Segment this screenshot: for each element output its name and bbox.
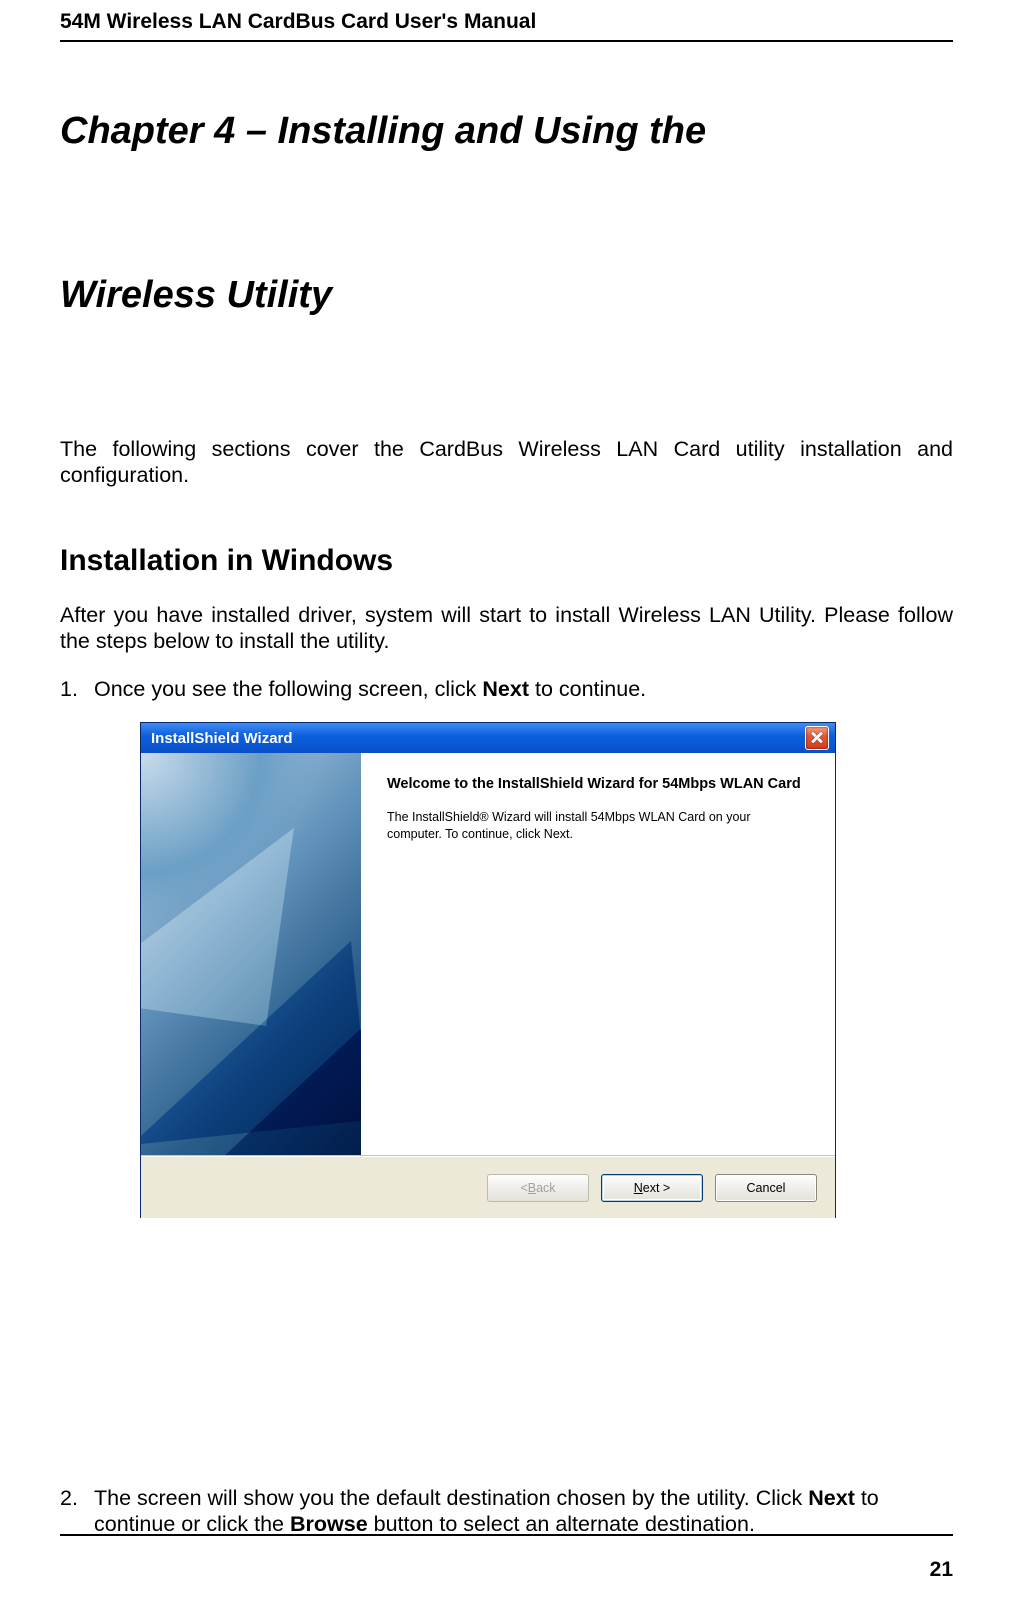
list-number: 2.	[60, 1486, 94, 1538]
list-item: 1. Once you see the following screen, cl…	[60, 677, 953, 703]
chapter-title-line1: Chapter 4 – Installing and Using the	[60, 110, 953, 154]
step1-text-bold: Next	[482, 677, 529, 701]
next-button-post: ext >	[643, 1181, 670, 1195]
list-text: Once you see the following screen, click…	[94, 677, 953, 703]
list-item: 2. The screen will show you the default …	[60, 1486, 953, 1538]
step2-text-bold2: Browse	[290, 1512, 368, 1536]
section-heading: Installation in Windows	[60, 544, 953, 578]
dialog-heading: Welcome to the InstallShield Wizard for …	[387, 775, 805, 793]
step2-text-post: button to select an alternate destinatio…	[368, 1512, 755, 1536]
next-button[interactable]: Next >	[601, 1174, 703, 1202]
decorative-triangle	[167, 990, 361, 1156]
ordered-list: 1. Once you see the following screen, cl…	[60, 677, 953, 703]
section-intro: After you have installed driver, system …	[60, 603, 953, 655]
close-icon[interactable]	[805, 726, 829, 750]
header-divider	[60, 40, 953, 42]
list-number: 1.	[60, 677, 94, 703]
next-button-u: N	[634, 1181, 643, 1195]
step2-text-pre: The screen will show you the default des…	[94, 1486, 808, 1510]
cancel-button-label: Cancel	[747, 1181, 786, 1195]
page: 54M Wireless LAN CardBus Card User's Man…	[0, 0, 1013, 1600]
dialog-content: Welcome to the InstallShield Wizard for …	[361, 753, 835, 1155]
dialog-title: InstallShield Wizard	[151, 730, 293, 747]
dialog-sidebar-graphic	[141, 753, 361, 1155]
step2-text-bold1: Next	[808, 1486, 855, 1510]
list-text: The screen will show you the default des…	[94, 1486, 953, 1538]
chapter-intro: The following sections cover the CardBus…	[60, 437, 953, 489]
dialog-titlebar: InstallShield Wizard	[141, 723, 835, 753]
back-button-pre: <	[520, 1181, 527, 1195]
ordered-list-item-2: 2. The screen will show you the default …	[60, 1486, 953, 1538]
step1-text-post: to continue.	[529, 677, 646, 701]
installshield-dialog: InstallShield Wizard Welcome to the Inst…	[140, 722, 836, 1218]
dialog-paragraph: The InstallShield® Wizard will install 5…	[387, 809, 805, 843]
dialog-footer: < Back Next > Cancel	[141, 1156, 835, 1218]
cancel-button[interactable]: Cancel	[715, 1174, 817, 1202]
doc-header-title: 54M Wireless LAN CardBus Card User's Man…	[60, 10, 536, 33]
doc-header: 54M Wireless LAN CardBus Card User's Man…	[60, 0, 953, 34]
back-button-post: ack	[536, 1181, 555, 1195]
chapter-title-line2: Wireless Utility	[60, 274, 953, 318]
dialog-body: Welcome to the InstallShield Wizard for …	[141, 753, 835, 1156]
footer-divider	[60, 1534, 953, 1536]
step1-text-pre: Once you see the following screen, click	[94, 677, 482, 701]
back-button: < Back	[487, 1174, 589, 1202]
back-button-u: B	[528, 1181, 536, 1195]
page-number: 21	[930, 1558, 953, 1582]
